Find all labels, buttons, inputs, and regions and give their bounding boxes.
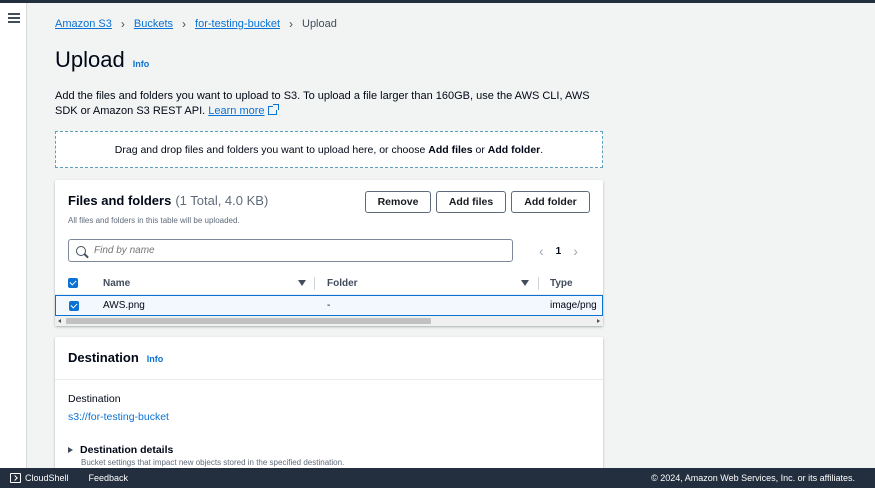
chevron-left-icon[interactable]: ‹ bbox=[539, 243, 544, 259]
main-content: Amazon S3 › Buckets › for-testing-bucket… bbox=[27, 3, 875, 477]
chevron-right-icon: › bbox=[289, 17, 293, 31]
scroll-right-icon[interactable] bbox=[597, 319, 600, 323]
breadcrumb-bucket[interactable]: for-testing-bucket bbox=[195, 18, 280, 30]
dropzone-or: or bbox=[472, 143, 488, 156]
file-type: image/png bbox=[550, 300, 597, 311]
destination-link[interactable]: s3://for-testing-bucket bbox=[68, 411, 169, 423]
sort-caret-icon[interactable] bbox=[521, 280, 529, 286]
footer: CloudShell Feedback © 2024, Amazon Web S… bbox=[0, 468, 875, 488]
scroll-left-icon[interactable] bbox=[58, 319, 61, 323]
scrollbar-thumb[interactable] bbox=[66, 318, 431, 324]
description-text: Add the files and folders you want to up… bbox=[55, 90, 590, 117]
dropzone-add-folder: Add folder bbox=[487, 143, 541, 156]
table-row[interactable]: AWS.png - image/png bbox=[55, 295, 603, 316]
page-description: Add the files and folders you want to up… bbox=[55, 89, 615, 119]
caret-right-icon bbox=[68, 447, 73, 453]
cloudshell-icon[interactable] bbox=[10, 473, 21, 483]
page-title: Upload bbox=[55, 47, 125, 72]
breadcrumb: Amazon S3 › Buckets › for-testing-bucket… bbox=[55, 17, 337, 31]
learn-more-label: Learn more bbox=[208, 105, 265, 117]
sort-caret-icon[interactable] bbox=[298, 280, 306, 286]
destination-title: Destination bbox=[68, 350, 139, 365]
chevron-right-icon: › bbox=[120, 17, 125, 31]
page-header: Upload Info bbox=[55, 47, 149, 73]
destination-header: Destination Info bbox=[68, 350, 163, 365]
page-number[interactable]: 1 bbox=[556, 246, 562, 257]
search-input[interactable] bbox=[94, 245, 494, 256]
drop-zone[interactable]: Drag and drop files and folders you want… bbox=[55, 131, 603, 168]
remove-button[interactable]: Remove bbox=[365, 191, 431, 213]
select-all-checkbox[interactable] bbox=[68, 278, 78, 288]
dropzone-add-files: Add files bbox=[428, 143, 473, 156]
copyright: © 2024, Amazon Web Services, Inc. or its… bbox=[651, 473, 855, 483]
row-checkbox[interactable] bbox=[69, 301, 79, 311]
pagination: ‹ 1 › bbox=[539, 243, 578, 259]
add-folder-button[interactable]: Add folder bbox=[511, 191, 590, 213]
external-link-icon bbox=[267, 104, 279, 115]
breadcrumb-amazon-s3[interactable]: Amazon S3 bbox=[55, 18, 112, 30]
file-folder: - bbox=[327, 300, 331, 311]
breadcrumb-current: Upload bbox=[302, 18, 337, 30]
files-panel-subtitle: All files and folders in this table will… bbox=[68, 216, 240, 225]
dropzone-period: . bbox=[540, 143, 544, 156]
learn-more-link[interactable]: Learn more bbox=[208, 104, 279, 117]
search-field bbox=[68, 239, 513, 262]
destination-info-link[interactable]: Info bbox=[147, 354, 164, 364]
feedback-link[interactable]: Feedback bbox=[89, 473, 129, 483]
destination-details-description: Bucket settings that impact new objects … bbox=[81, 458, 345, 467]
files-panel-title: Files and folders bbox=[68, 193, 172, 208]
add-files-button[interactable]: Add files bbox=[436, 191, 506, 213]
search-icon bbox=[76, 245, 86, 256]
column-header-type[interactable]: Type bbox=[550, 272, 573, 294]
files-count: (1 Total, 4.0 KB) bbox=[175, 193, 269, 208]
column-divider[interactable] bbox=[314, 277, 315, 290]
files-panel-header: Files and folders (1 Total, 4.0 KB) bbox=[68, 193, 268, 208]
column-header-folder[interactable]: Folder bbox=[327, 272, 358, 294]
horizontal-scrollbar[interactable] bbox=[55, 316, 603, 326]
chevron-right-icon: › bbox=[182, 17, 187, 31]
destination-label: Destination bbox=[68, 393, 121, 405]
table-header: Name Folder Type bbox=[55, 272, 603, 295]
info-link[interactable]: Info bbox=[133, 59, 150, 69]
destination-details-label: Destination details bbox=[80, 444, 174, 456]
column-header-name[interactable]: Name bbox=[103, 272, 130, 294]
column-divider[interactable] bbox=[538, 277, 539, 290]
destination-panel: Destination Info Destination s3://for-te… bbox=[55, 337, 603, 477]
breadcrumb-buckets[interactable]: Buckets bbox=[134, 18, 173, 30]
dropzone-text: Drag and drop files and folders you want… bbox=[114, 143, 429, 156]
hamburger-icon[interactable] bbox=[8, 13, 20, 23]
chevron-right-icon[interactable]: › bbox=[573, 243, 578, 259]
file-name: AWS.png bbox=[103, 300, 145, 311]
destination-details-toggle[interactable]: Destination details bbox=[68, 444, 173, 456]
divider bbox=[55, 379, 603, 380]
side-navigation bbox=[0, 3, 27, 468]
files-and-folders-panel: Files and folders (1 Total, 4.0 KB) All … bbox=[55, 180, 603, 326]
cloudshell-link[interactable]: CloudShell bbox=[25, 473, 69, 483]
